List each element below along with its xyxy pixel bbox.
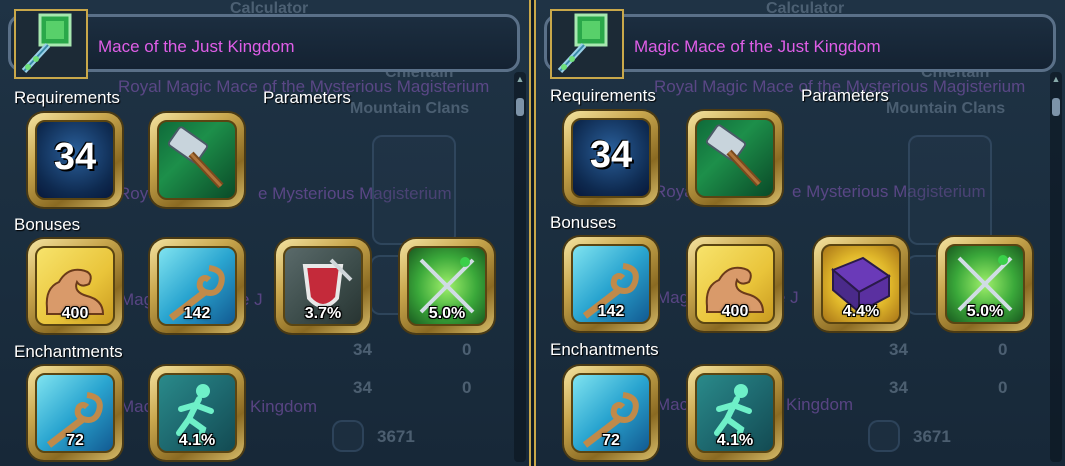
hammer-icon bbox=[695, 118, 775, 198]
bonus-slot[interactable]: 5.0% bbox=[400, 239, 494, 333]
enchantments-label: Enchantments bbox=[550, 340, 659, 359]
bg-num: 0 bbox=[998, 378, 1008, 397]
bonus-value: 5.0% bbox=[428, 305, 466, 322]
bonus-value: 400 bbox=[721, 303, 749, 320]
parameters-label: Parameters bbox=[263, 88, 351, 107]
scrollbar[interactable]: ▲ bbox=[1050, 72, 1062, 462]
bg-mag-text: Mag bbox=[656, 288, 690, 307]
wisdom-icon: 142 bbox=[157, 246, 237, 326]
item-title: Magic Mace of the Just Kingdom bbox=[634, 37, 881, 56]
critical-hit-icon: 3.7% bbox=[283, 246, 363, 326]
mace-icon bbox=[14, 9, 88, 79]
wisdom-icon: 142 bbox=[571, 244, 651, 324]
level-requirement-value: 34 bbox=[589, 134, 633, 176]
enchantment-slot[interactable]: 72 bbox=[28, 366, 122, 460]
item-title: Mace of the Just Kingdom bbox=[98, 37, 295, 56]
bg-kingdom-text: Kingdom bbox=[250, 397, 318, 416]
scroll-thumb[interactable] bbox=[516, 98, 524, 116]
bonus-value: 5.0% bbox=[966, 303, 1004, 320]
bonus-slot[interactable]: 400 bbox=[688, 237, 782, 331]
bg-num: 34 bbox=[889, 378, 908, 397]
scrollbar[interactable]: ▲ bbox=[514, 72, 526, 462]
bonus-value: 4.4% bbox=[842, 303, 880, 320]
strength-icon: 400 bbox=[35, 246, 115, 326]
bg-num: 3671 bbox=[913, 427, 951, 446]
parameter-slot[interactable] bbox=[150, 113, 244, 207]
enchantment-value: 4.1% bbox=[178, 432, 216, 449]
bonus-slot[interactable]: 5.0% bbox=[938, 237, 1032, 331]
bg-num: 3671 bbox=[377, 427, 415, 446]
enchantment-value: 72 bbox=[66, 432, 84, 449]
enchantment-value: 4.1% bbox=[716, 432, 754, 449]
enchantment-slot[interactable]: 4.1% bbox=[688, 366, 782, 460]
scroll-thumb[interactable] bbox=[1052, 98, 1060, 116]
requirements-label: Requirements bbox=[14, 88, 120, 107]
bg-health-icon bbox=[332, 420, 364, 452]
bg-mac-text: Mac bbox=[656, 395, 689, 414]
enchantments-label: Enchantments bbox=[14, 342, 123, 361]
bg-mac-text: Mac bbox=[120, 397, 153, 416]
bg-mag-text: Mag bbox=[120, 290, 154, 309]
bonus-value: 142 bbox=[183, 305, 211, 322]
bonus-slot[interactable]: 142 bbox=[150, 239, 244, 333]
bonuses-label: Bonuses bbox=[550, 213, 617, 232]
item-tooltip-right: Calculator Chieftain Mountain Clans Roya… bbox=[534, 0, 1065, 466]
bonus-value: 3.7% bbox=[304, 305, 342, 322]
level-requirement-slot[interactable]: 34 bbox=[28, 113, 122, 207]
level-requirement-slot[interactable]: 34 bbox=[564, 111, 658, 205]
parameter-slot[interactable] bbox=[688, 111, 782, 205]
strength-icon: 400 bbox=[695, 244, 775, 324]
enchantment-value: 72 bbox=[602, 432, 620, 449]
level-requirement-value: 34 bbox=[53, 136, 97, 178]
bg-kingdom-text: Kingdom bbox=[786, 395, 854, 414]
bonus-slot[interactable]: 400 bbox=[28, 239, 122, 333]
crossed-weapons-icon: 5.0% bbox=[407, 246, 487, 326]
mace-icon bbox=[550, 9, 624, 79]
bonus-value: 142 bbox=[597, 303, 625, 320]
scroll-up-arrow-icon[interactable]: ▲ bbox=[515, 74, 525, 84]
running-man-icon: 4.1% bbox=[157, 373, 237, 453]
wisdom-icon: 72 bbox=[35, 373, 115, 453]
scroll-up-arrow-icon[interactable]: ▲ bbox=[1051, 74, 1061, 84]
item-tooltip-left: Calculator Chieftain Mountain Clans Roya… bbox=[0, 0, 531, 466]
bonuses-label: Bonuses bbox=[14, 215, 81, 234]
bonus-slot[interactable]: 142 bbox=[564, 237, 658, 331]
wisdom-icon: 72 bbox=[571, 373, 651, 453]
bg-num: 0 bbox=[998, 340, 1008, 359]
bg-character-frame bbox=[372, 135, 456, 245]
bg-num: 34 bbox=[353, 378, 372, 397]
bonus-slot[interactable]: 3.7% bbox=[276, 239, 370, 333]
bg-num: 34 bbox=[889, 340, 908, 359]
bg-health-icon bbox=[868, 420, 900, 452]
parameters-label: Parameters bbox=[801, 86, 889, 105]
bonus-value: 400 bbox=[61, 305, 89, 322]
enchantment-slot[interactable]: 4.1% bbox=[150, 366, 244, 460]
bonus-slot[interactable]: 4.4% bbox=[814, 237, 908, 331]
bg-character-frame bbox=[908, 135, 992, 245]
bg-num: 34 bbox=[353, 340, 372, 359]
crossed-weapons-icon: 5.0% bbox=[945, 244, 1025, 324]
bg-num: 0 bbox=[462, 378, 472, 397]
running-man-icon: 4.1% bbox=[695, 373, 775, 453]
requirements-label: Requirements bbox=[550, 86, 656, 105]
magic-book-icon: 4.4% bbox=[821, 244, 901, 324]
enchantment-slot[interactable]: 72 bbox=[564, 366, 658, 460]
hammer-icon bbox=[157, 120, 237, 200]
bg-mountain-clans-label: Mountain Clans bbox=[886, 100, 1006, 117]
bg-mountain-clans-label: Mountain Clans bbox=[350, 100, 470, 117]
bg-num: 0 bbox=[462, 340, 472, 359]
